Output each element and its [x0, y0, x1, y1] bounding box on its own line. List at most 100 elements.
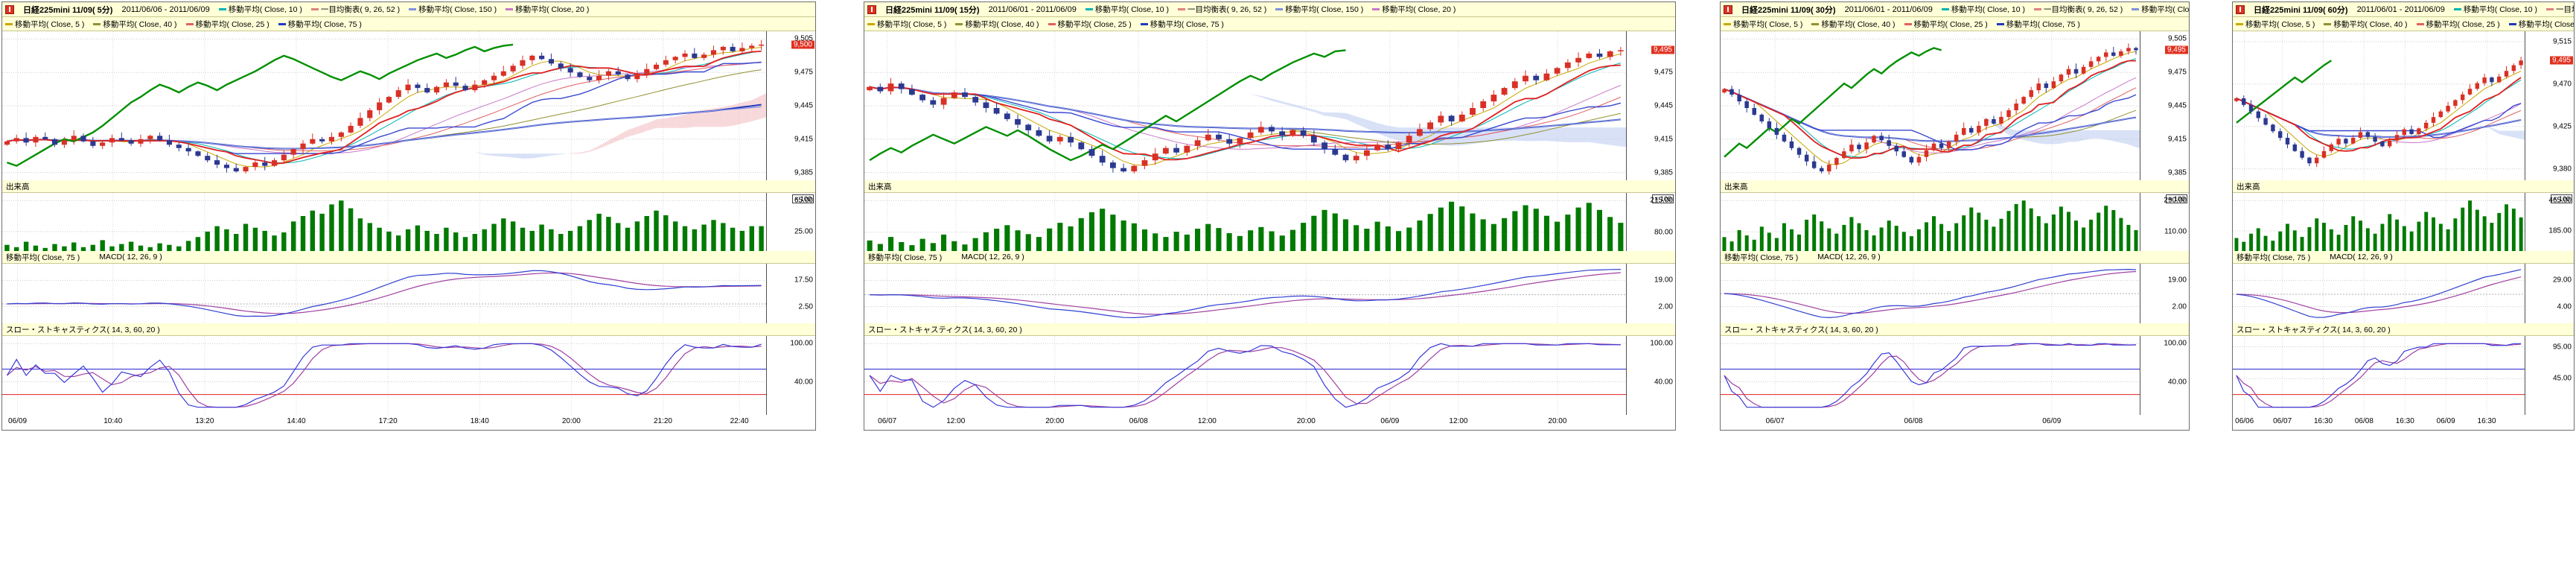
macd-chart-axis: 19.002.00: [1626, 264, 1675, 323]
price-chart-row: 9,4759,4459,4159,3859,495: [864, 31, 1675, 180]
macd-chart: [864, 264, 1626, 323]
macd-label-strip: 移動平均( Close, 75 )MACD( 12, 26, 9 ): [1721, 251, 2189, 264]
y-axis-tick: 9,415: [2168, 135, 2187, 143]
price-chart-row: 9,5059,4759,4459,4159,3859,495: [1721, 31, 2189, 180]
stoch-axis-tick: 100.00: [2164, 340, 2187, 348]
y-axis-tick: 9,515: [2553, 37, 2572, 45]
volume-label-strip: 出来高: [2, 180, 815, 193]
x-axis-tick: 06/07: [878, 417, 896, 425]
legend-item: 移動平均( Close, 10 ): [1942, 4, 2025, 15]
legend-label: 移動平均( Close, 25 ): [2426, 19, 2500, 30]
volume-label: 出来高: [1724, 181, 1748, 192]
candlestick-chart-icon: [867, 5, 876, 14]
macd-chart: [2, 264, 766, 323]
y-axis-tick: 9,445: [2168, 102, 2187, 110]
legend-label: 移動平均( Close, 150 ): [2141, 4, 2189, 15]
volume-label-strip: 出来高: [864, 180, 1675, 193]
y-axis-tick: 9,445: [1654, 102, 1673, 110]
stochastics-chart-row: 100.0040.00: [864, 336, 1675, 415]
macd-chart: [2, 264, 766, 323]
legend-label: 移動平均( Close, 40 ): [103, 19, 176, 30]
stochastics-chart-axis: 100.0040.00: [2140, 336, 2189, 415]
legend-swatch-icon: [1724, 23, 1731, 25]
legend-swatch-icon: [5, 23, 13, 25]
volume-chart-row: × 100290.00110.00: [1721, 193, 2189, 251]
legend-label: 移動平均( Close, 10 ): [229, 4, 302, 15]
legend-swatch-icon: [1372, 8, 1380, 10]
legend-item: 移動平均( Close, 40 ): [2324, 19, 2407, 30]
legend-item: 移動平均( Close, 150 ): [409, 4, 497, 15]
stoch-axis-tick: 100.00: [1650, 340, 1673, 348]
legend-swatch-icon: [1997, 23, 2004, 25]
volume-chart-row: × 10065.0025.00: [2, 193, 815, 251]
legend-swatch-icon: [2417, 23, 2424, 25]
macd-label: MACD( 12, 26, 9 ): [961, 253, 1024, 261]
volume-label-strip: 出来高: [1721, 180, 2189, 193]
legend-item: 一目均衡表( 9, 26, 52 ): [311, 4, 400, 15]
legend-item: 移動平均( Close, 10 ): [1085, 4, 1169, 15]
legend-swatch-icon: [2509, 23, 2516, 25]
legend-item: 一目均衡表( 9, 26, 52 ): [2546, 4, 2574, 15]
stochastics-label: スロー・ストキャスティクス( 14, 3, 60, 20 ): [6, 324, 160, 335]
volume-label: 出来高: [2237, 181, 2260, 192]
stochastics-chart-row: 100.0040.00: [2, 336, 815, 415]
price-chart-row: 9,5159,4709,4259,3809,495: [2233, 31, 2574, 180]
legend-item: 移動平均( Close, 20 ): [1372, 4, 1456, 15]
candlestick-chart-icon: [5, 5, 14, 14]
legend-label: 移動平均( Close, 5 ): [1733, 19, 1802, 30]
x-axis-tick: 22:40: [730, 417, 749, 425]
legend-swatch-icon: [311, 8, 319, 10]
y-axis-tick: 9,475: [1654, 69, 1673, 77]
legend-item: 移動平均( Close, 40 ): [93, 19, 176, 30]
legend-swatch-icon: [955, 23, 963, 25]
legend-label: 一目均衡表( 9, 26, 52 ): [2556, 4, 2574, 15]
legend-swatch-icon: [93, 23, 101, 25]
x-axis-tick: 14:40: [287, 417, 305, 425]
x-axis-tick: 20:00: [1297, 417, 1316, 425]
x-axis-tick: 20:00: [562, 417, 581, 425]
macd-chart: [2233, 264, 2525, 323]
legend-swatch-icon: [1942, 8, 1949, 10]
y-axis-tick: 9,380: [2553, 165, 2572, 173]
legend-item: 移動平均( Close, 25 ): [1048, 19, 1132, 30]
stoch-axis-tick: 40.00: [794, 378, 813, 386]
stochastics-chart-axis: 95.0045.00: [2525, 336, 2574, 415]
legend-swatch-icon: [1275, 8, 1283, 10]
chart-panel-30min: 日経225mini 11/09( 30分)2011/06/01 - 2011/0…: [1720, 1, 2190, 431]
macd-ma-label: 移動平均( Close, 75 ): [2237, 252, 2310, 263]
legend-label: 移動平均( Close, 20 ): [1382, 4, 1456, 15]
x-axis-tick: 16:30: [2314, 417, 2333, 425]
stochastics-chart: [1721, 336, 2140, 415]
legend-swatch-icon: [506, 8, 513, 10]
x-axis-tick: 06/09: [2042, 417, 2061, 425]
volume-chart-row: × 100465.00185.00: [2233, 193, 2574, 251]
macd-chart-row: 29.004.00: [2233, 264, 2574, 323]
stoch-axis-tick: 45.00: [2553, 375, 2572, 383]
y-axis-tick: 9,385: [2168, 168, 2187, 177]
volume-chart-axis: × 10065.0025.00: [766, 193, 815, 251]
y-axis-tick: 9,475: [2168, 69, 2187, 77]
legend-swatch-icon: [1048, 23, 1056, 25]
legend-item: 移動平均( Close, 5 ): [2236, 19, 2315, 30]
legend-item: 一目均衡表( 9, 26, 52 ): [1178, 4, 1266, 15]
chart-panel-15min: 日経225mini 11/09( 15分)2011/06/01 - 2011/0…: [864, 1, 1676, 431]
x-axis-labels: 06/0712:0020:0006/0812:0020:0006/0912:00…: [864, 415, 1626, 430]
macd-axis-tick: 4.00: [2557, 302, 2572, 311]
price-chart: [1721, 31, 2140, 180]
legend-label: 移動平均( Close, 25 ): [1914, 19, 1988, 30]
x-axis-labels: 06/0606/0716:3006/0816:3006/0916:30: [2233, 415, 2525, 430]
price-chart: [2, 31, 766, 180]
volume-chart-row: × 100215.0080.00: [864, 193, 1675, 251]
y-axis-tick: 9,425: [2553, 122, 2572, 130]
legend-label: 移動平均( Close, 150 ): [418, 4, 497, 15]
stochastics-chart: [2233, 336, 2525, 415]
legend-label: 一目均衡表( 9, 26, 52 ): [321, 4, 400, 15]
legend-label: 移動平均( Close, 150 ): [1285, 4, 1363, 15]
legend-item: 移動平均( Close, 5 ): [867, 19, 946, 30]
legend-swatch-icon: [186, 23, 194, 25]
panel-date-range: 2011/06/01 - 2011/06/09: [1845, 5, 1933, 14]
current-price-badge: 9,500: [791, 40, 814, 48]
legend-label: 移動平均( Close, 40 ): [965, 19, 1039, 30]
legend-item: 移動平均( Close, 40 ): [1811, 19, 1895, 30]
price-chart-axis: 9,5059,4759,4459,4159,3859,500: [766, 31, 815, 180]
